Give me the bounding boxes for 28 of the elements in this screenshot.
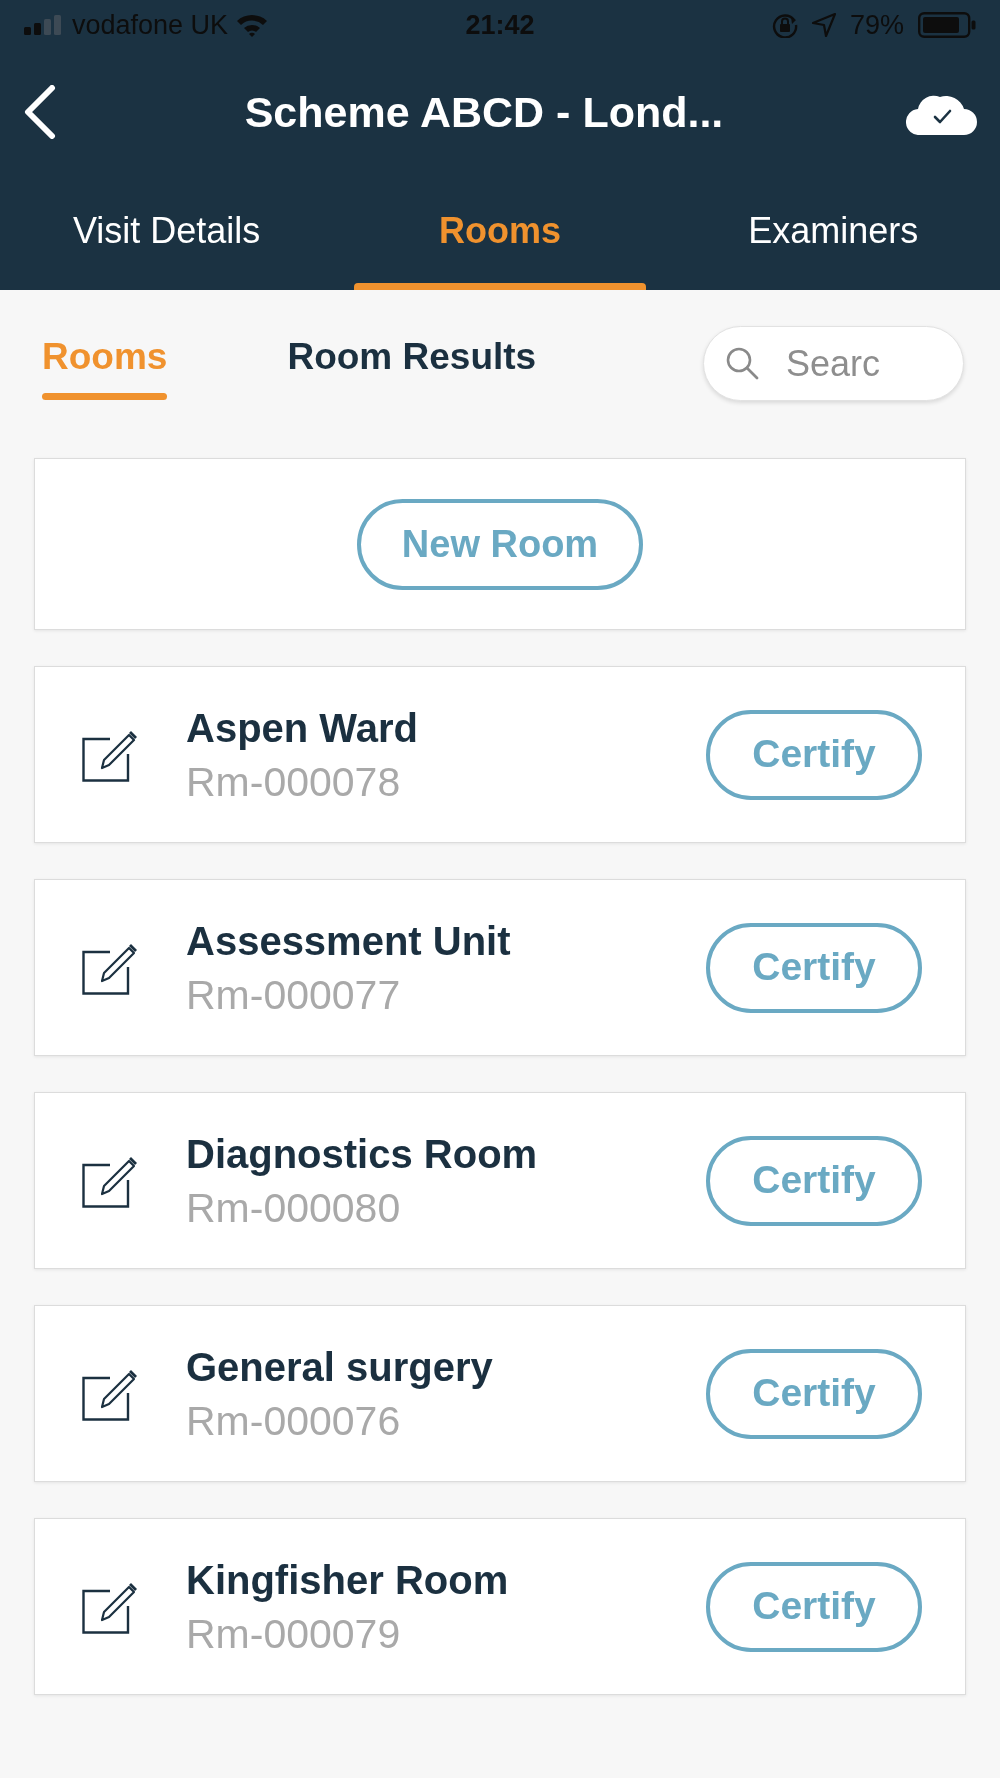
battery-icon: [918, 12, 976, 38]
search-icon: [725, 346, 759, 380]
room-id: Rm-000080: [186, 1183, 402, 1233]
chevron-left-icon: [22, 85, 56, 139]
room-name: Assessment Unit: [186, 917, 511, 965]
sub-tab[interactable]: Room Results: [287, 335, 537, 400]
room-card[interactable]: Diagnostics Room Rm-000080 Certify: [34, 1092, 966, 1269]
room-name: Diagnostics Room: [186, 1130, 538, 1178]
room-card[interactable]: Assessment Unit Rm-000077 Certify: [34, 879, 966, 1056]
search-field[interactable]: Searc: [703, 326, 964, 401]
tab[interactable]: Rooms: [333, 174, 667, 290]
room-name: Aspen Ward: [186, 704, 418, 752]
tab[interactable]: Visit Details: [0, 174, 334, 290]
room-id: Rm-000079: [186, 1609, 402, 1659]
room-name: Kingfisher Room: [186, 1556, 509, 1604]
room-id: Rm-000077: [186, 970, 402, 1020]
room-card[interactable]: Kingfisher Room Rm-000079 Certify: [34, 1518, 966, 1695]
room-card[interactable]: General surgery Rm-000076 Certify: [34, 1305, 966, 1482]
tab[interactable]: Examiners: [666, 174, 1000, 290]
location-arrow-icon: [811, 13, 836, 37]
room-name: General surgery: [186, 1343, 493, 1391]
screen-title: Scheme ABCD - Lond...: [244, 87, 724, 138]
room-id: Rm-000076: [186, 1396, 402, 1446]
rotation-lock-icon: [771, 12, 798, 38]
signal-icon: [24, 15, 64, 35]
room-card[interactable]: Aspen Ward Rm-000078 Certify: [34, 666, 966, 843]
wifi-icon: [236, 13, 269, 37]
room-id: Rm-000078: [186, 757, 402, 807]
